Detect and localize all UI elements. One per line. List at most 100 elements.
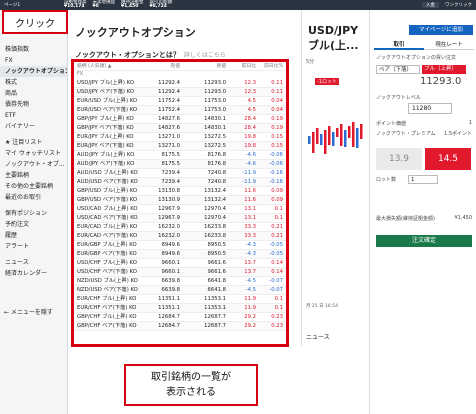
row-name[interactable]: EUR/USD ベア(下落) KO [74, 106, 142, 114]
news-tab[interactable]: ニュース [306, 332, 330, 341]
tab-rate[interactable]: 現在レート [424, 40, 474, 50]
sidebar-item-positions[interactable]: 保有ポジション [0, 208, 67, 219]
sidebar-item-commodities[interactable]: 商品 [0, 88, 67, 99]
table-row[interactable]: GBP/JPY ベア(下落) KO 14827.6 14830.1 28.4 0.19 [74, 124, 286, 133]
table-row[interactable]: GBP/CHF ブル(上昇) KO 12684.7 12687.7 29.2 0.23 [74, 313, 286, 322]
sidebar-item-other-major[interactable]: その他の主要銘柄 [0, 181, 67, 192]
collapse-menu-link[interactable]: ← メニューを隠す [4, 307, 53, 316]
row-sell: 11292.4 [158, 89, 180, 95]
table-row[interactable]: USD/CAD ベア(下落) KO 12967.9 12970.4 13.1 0.1 [74, 214, 286, 223]
sidebar-item-ko-list[interactable]: ノックアウト・オプ... [0, 159, 67, 170]
timeframe-select[interactable]: 5分 [306, 58, 314, 65]
table-row[interactable]: GBP/USD ベア(下落) KO 13130.9 13132.4 11.6 0.09 [74, 196, 286, 205]
sidebar-item-news[interactable]: ニュース [0, 257, 67, 268]
table-row[interactable]: EUR/JPY ベア(下落) KO 13271.0 13272.5 19.8 0.15 [74, 142, 286, 151]
row-name[interactable]: USD/CAD ブル(上昇) KO [74, 205, 142, 213]
table-row[interactable]: USD/CHF ブル(上昇) KO 9660.1 9661.6 13.7 0.14 [74, 259, 286, 268]
sidebar-item-mywatch[interactable]: マイ ウォッチリスト [0, 148, 67, 159]
col-sell-header[interactable]: 売値 [142, 62, 180, 70]
row-name[interactable]: EUR/CHF ブル(上昇) KO [74, 295, 142, 303]
table-row[interactable]: EUR/USD ベア(下落) KO 11752.4 11753.0 4.5 0.04 [74, 106, 286, 115]
sidebar-item-watch[interactable]: ★ 注目リスト [0, 137, 67, 148]
sidebar-item-major[interactable]: 主要銘柄 [0, 170, 67, 181]
row-name[interactable]: AUD/USD ブル(上昇) KO [74, 169, 142, 177]
table-row[interactable]: GBP/USD ブル(上昇) KO 13130.8 13132.4 11.6 0.09 [74, 187, 286, 196]
bull-selector[interactable]: ブル（上昇） [422, 65, 466, 74]
table-row[interactable]: EUR/CHF ブル(上昇) KO 11351.1 11353.1 11.9 0.1 [74, 295, 286, 304]
table-row[interactable]: AUD/USD ブル(上昇) KO 7239.4 7240.8 -11.9 -0.16 [74, 169, 286, 178]
row-name[interactable]: USD/CHF ベア(下落) KO [74, 268, 142, 276]
table-row[interactable]: EUR/CHF ベア(下落) KO 11351.1 11353.1 11.9 0.1 [74, 304, 286, 313]
table-row[interactable]: USD/CAD ブル(上昇) KO 12967.9 12970.4 13.1 0.1 [74, 205, 286, 214]
table-row[interactable]: EUR/GBP ブル(上昇) KO 8949.6 8950.5 -4.3 -0.05 [74, 241, 286, 250]
one-click-toggle[interactable]: ワンクリック [445, 2, 472, 8]
row-name[interactable]: USD/JPY ブル(上昇) KO [74, 79, 142, 87]
confirm-order-button[interactable]: 注文確定 [376, 235, 472, 247]
row-name[interactable]: EUR/JPY ベア(下落) KO [74, 142, 142, 150]
row-name[interactable]: GBP/JPY ベア(下落) KO [74, 124, 142, 132]
table-row[interactable]: AUD/JPY ベア(下落) KO 8175.5 8176.8 -4.6 -0.06 [74, 160, 286, 169]
add-to-mypage-button[interactable]: マイページに追加 [409, 25, 473, 35]
row-name[interactable]: EUR/CAD ベア(下落) KO [74, 232, 142, 240]
col-change-header[interactable]: 前日比 [226, 62, 256, 70]
tab-trade[interactable]: 取引 [374, 40, 424, 50]
row-name[interactable]: AUD/JPY ベア(下落) KO [74, 160, 142, 168]
table-row[interactable]: USD/JPY ベア(下落) KO 11292.4 11293.0 12.3 0.11 [74, 88, 286, 97]
row-name[interactable]: GBP/CHF ブル(上昇) KO [74, 313, 142, 321]
sidebar-item-orders[interactable]: 予約注文 [0, 219, 67, 230]
row-name[interactable]: GBP/USD ブル(上昇) KO [74, 187, 142, 195]
row-name[interactable]: AUD/JPY ブル(上昇) KO [74, 151, 142, 159]
details-link[interactable]: 詳しくはこちら [184, 52, 226, 59]
row-name[interactable]: EUR/GBP ブル(上昇) KO [74, 241, 142, 249]
table-row[interactable]: GBP/CHF ベア(下落) KO 12684.7 12687.7 29.2 0.23 [74, 322, 286, 331]
row-name[interactable]: EUR/JPY ブル(上昇) KO [74, 133, 142, 141]
row-name[interactable]: EUR/CHF ベア(下落) KO [74, 304, 142, 312]
sell-button[interactable]: 13.9 [376, 148, 422, 170]
col-name-header[interactable]: 銘柄 (人気順) ▲ [74, 62, 142, 70]
table-row[interactable]: USD/CHF ベア(下落) KO 9660.1 9661.6 13.7 0.14 [74, 268, 286, 277]
sidebar-item-history[interactable]: 履歴 [0, 230, 67, 241]
row-name[interactable]: USD/JPY ベア(下落) KO [74, 88, 142, 96]
sidebar-item-index[interactable]: 株価指数 [0, 44, 67, 55]
table-row[interactable]: EUR/GBP ベア(下落) KO 8949.6 8950.5 -4.3 -0.05 [74, 250, 286, 259]
row-name[interactable]: EUR/CAD ブル(上昇) KO [74, 223, 142, 231]
table-row[interactable]: AUD/JPY ブル(上昇) KO 8175.5 8176.8 -4.6 -0.06 [74, 151, 286, 160]
table-row[interactable]: USD/JPY ブル(上昇) KO 11292.4 11293.0 12.3 0.11 [74, 79, 286, 88]
sidebar-item-stocks[interactable]: 株式 [0, 77, 67, 88]
lot-input[interactable]: 1 [408, 175, 438, 184]
sidebar-item-recent[interactable]: 最近のお取引 [0, 192, 67, 203]
sidebar-item-binary[interactable]: バイナリー [0, 121, 67, 132]
table-row[interactable]: EUR/JPY ブル(上昇) KO 13271.0 13272.5 19.8 0.15 [74, 133, 286, 142]
sidebar-item-fx[interactable]: FX [0, 55, 67, 66]
table-row[interactable]: EUR/USD ブル(上昇) KO 11752.4 11753.0 4.5 0.04 [74, 97, 286, 106]
table-row[interactable]: AUD/USD ベア(下落) KO 7239.4 7240.8 -11.9 -0.16 [74, 178, 286, 187]
row-name[interactable]: USD/CAD ベア(下落) KO [74, 214, 142, 222]
row-name[interactable]: EUR/GBP ベア(下落) KO [74, 250, 142, 258]
price-chart[interactable] [305, 70, 365, 302]
sidebar-item-bonds[interactable]: 債券先物 [0, 99, 67, 110]
col-buy-header[interactable]: 買値 [180, 62, 226, 70]
row-name[interactable]: NZD/USD ベア(下落) KO [74, 286, 142, 294]
deposit-button[interactable]: 入金 [422, 2, 439, 8]
row-name[interactable]: EUR/USD ブル(上昇) KO [74, 97, 142, 105]
buy-button[interactable]: 14.5 [425, 148, 471, 170]
page-selector[interactable]: ページ1 [4, 2, 64, 8]
table-row[interactable]: GBP/JPY ブル(上昇) KO 14827.6 14830.1 28.4 0.19 [74, 115, 286, 124]
row-name[interactable]: GBP/CHF ベア(下落) KO [74, 322, 142, 330]
level-select[interactable]: 11280 [408, 103, 452, 114]
sidebar-item-alerts[interactable]: アラート [0, 241, 67, 252]
table-row[interactable]: EUR/CAD ブル(上昇) KO 16232.0 16233.8 33.3 0.21 [74, 223, 286, 232]
row-name[interactable]: GBP/USD ベア(下落) KO [74, 196, 142, 204]
sidebar-item-etf[interactable]: ETF [0, 110, 67, 121]
table-row[interactable]: EUR/CAD ベア(下落) KO 16232.0 16233.8 33.3 0.21 [74, 232, 286, 241]
table-row[interactable]: NZD/USD ブル(上昇) KO 6639.8 6641.8 -4.5 -0.07 [74, 277, 286, 286]
sidebar-item-calendar[interactable]: 経済カレンダー [0, 268, 67, 279]
bear-selector[interactable]: ペア（下落） [376, 65, 420, 74]
col-change-pct-header[interactable]: 前日比% [256, 62, 285, 70]
row-name[interactable]: GBP/JPY ブル(上昇) KO [74, 115, 142, 123]
table-row[interactable]: NZD/USD ベア(下落) KO 6639.8 6641.8 -4.5 -0.07 [74, 286, 286, 295]
row-name[interactable]: NZD/USD ブル(上昇) KO [74, 277, 142, 285]
row-name[interactable]: USD/CHF ブル(上昇) KO [74, 259, 142, 267]
row-name[interactable]: AUD/USD ベア(下落) KO [74, 178, 142, 186]
sidebar-item-knockout[interactable]: ノックアウトオプション [0, 66, 67, 77]
